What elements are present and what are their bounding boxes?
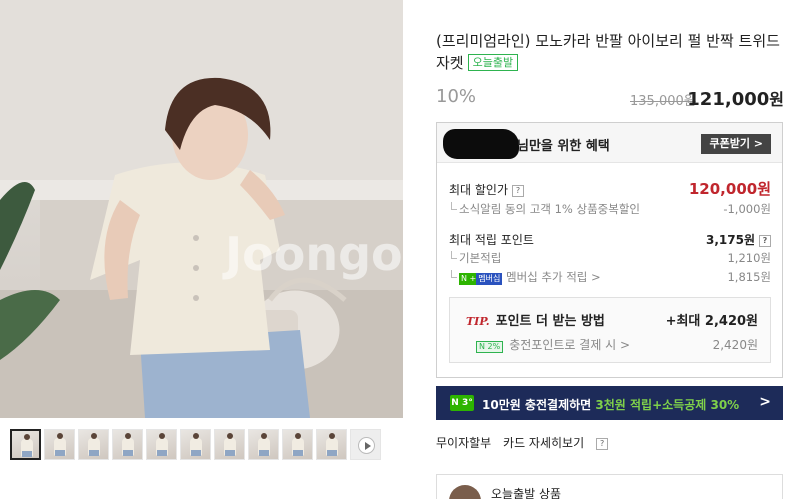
seller-avatar (449, 485, 481, 499)
product-photo-illustration: Joongo (0, 0, 403, 418)
original-price: 135,000원 (630, 94, 696, 109)
benefit-title: 님만을 위한 혜택 (517, 139, 610, 154)
coupon-button[interactable]: 쿠폰받기 > (701, 134, 771, 154)
naverpay-charge-banner[interactable]: N 3° 10만원 충전결제하면 3천원 적립+소득공제 30% > (436, 386, 783, 420)
interest-free-link[interactable]: 무이자할부 (436, 436, 491, 450)
tip-box: TIP. 포인트 더 받는 방법 +최대 2,420원 N 2% 충전포인트로 결제… (449, 297, 771, 363)
charge-label[interactable]: 충전포인트로 결제 시 > (509, 338, 630, 352)
payment-links: 무이자할부 카드 자세히보기? (436, 434, 624, 451)
benefit-header: 님만을 위한 혜택 쿠폰받기 > (437, 123, 782, 163)
final-price: 121,000원 (687, 86, 784, 110)
basic-point-label: 기본적립 (449, 250, 501, 266)
thumbnail[interactable] (282, 429, 313, 460)
membership-label[interactable]: 멤버십 추가 적립 > (506, 270, 601, 284)
max-point-label: 최대 적립 포인트 (449, 233, 534, 247)
charge-rate-badge: N 2% (476, 341, 504, 353)
today-shipping-badge: 오늘출발 (467, 54, 519, 71)
product-title: (프리미엄라인) 모노카라 반팔 아이보리 펄 반짝 트위드자켓 오늘출발 (436, 30, 786, 74)
tip-label: 포인트 더 받는 방법 (495, 314, 605, 329)
card-benefit-link[interactable]: 카드 자세히보기 (503, 436, 584, 450)
tip-mark: TIP. (466, 315, 490, 328)
max-discount-label: 최대 할인가 (449, 183, 509, 197)
thumbnail[interactable] (214, 429, 245, 460)
thumbnail[interactable] (10, 429, 41, 460)
thumbnail[interactable] (78, 429, 109, 460)
video-thumbnail[interactable] (350, 429, 381, 460)
benefit-box: 님만을 위한 혜택 쿠폰받기 > 최대 할인가? 120,000원 소식알림 동… (436, 122, 783, 378)
alarm-discount-value: -1,000원 (723, 202, 771, 216)
max-discount-value: 120,000원 (688, 180, 771, 198)
chevron-right-icon: > (759, 394, 771, 410)
thumbnail-strip (10, 429, 381, 460)
final-price-number: 121,000 (687, 89, 770, 110)
charge-value: 2,420원 (712, 338, 758, 352)
seller-card[interactable]: 오늘출발 상품 (436, 474, 783, 499)
redacted-username (443, 129, 519, 159)
tip-value: +최대 2,420원 (665, 314, 758, 329)
membership-value: 1,815원 (727, 270, 771, 284)
product-info: (프리미엄라인) 모노카라 반팔 아이보리 펄 반짝 트위드자켓 오늘출발 10%… (436, 0, 800, 499)
final-price-unit: 원 (769, 90, 784, 109)
help-icon[interactable]: ? (512, 185, 525, 197)
price-row: 10% 135,000원 121,000원 (436, 86, 786, 110)
membership-badge: 멤버십 (476, 273, 503, 285)
alarm-discount-label: 소식알림 동의 고객 1% 상품중복할인 (449, 201, 640, 217)
thumbnail[interactable] (112, 429, 143, 460)
thumbnail[interactable] (316, 429, 347, 460)
thumbnail[interactable] (180, 429, 211, 460)
banner-text: 10만원 충전결제하면 (482, 398, 596, 412)
discount-rate: 10% (436, 86, 477, 107)
seller-name: 오늘출발 상품 (491, 487, 562, 499)
product-gallery: Joongo (0, 0, 403, 499)
play-icon[interactable] (358, 437, 375, 454)
product-main-image[interactable]: Joongo (0, 0, 403, 418)
thumbnail[interactable] (44, 429, 75, 460)
basic-point-value: 1,210원 (727, 251, 771, 265)
max-point-value: 3,175원 (706, 233, 755, 247)
svg-text:Joongo: Joongo (222, 227, 403, 281)
banner-highlight: 3천원 적립+소득공제 30% (595, 398, 740, 412)
column-gap (403, 0, 436, 499)
help-icon[interactable]: ? (596, 438, 609, 450)
thumbnail[interactable] (146, 429, 177, 460)
naverpay-logo: N 3° (450, 395, 474, 411)
help-icon[interactable]: ? (759, 235, 771, 247)
thumbnail[interactable] (248, 429, 279, 460)
